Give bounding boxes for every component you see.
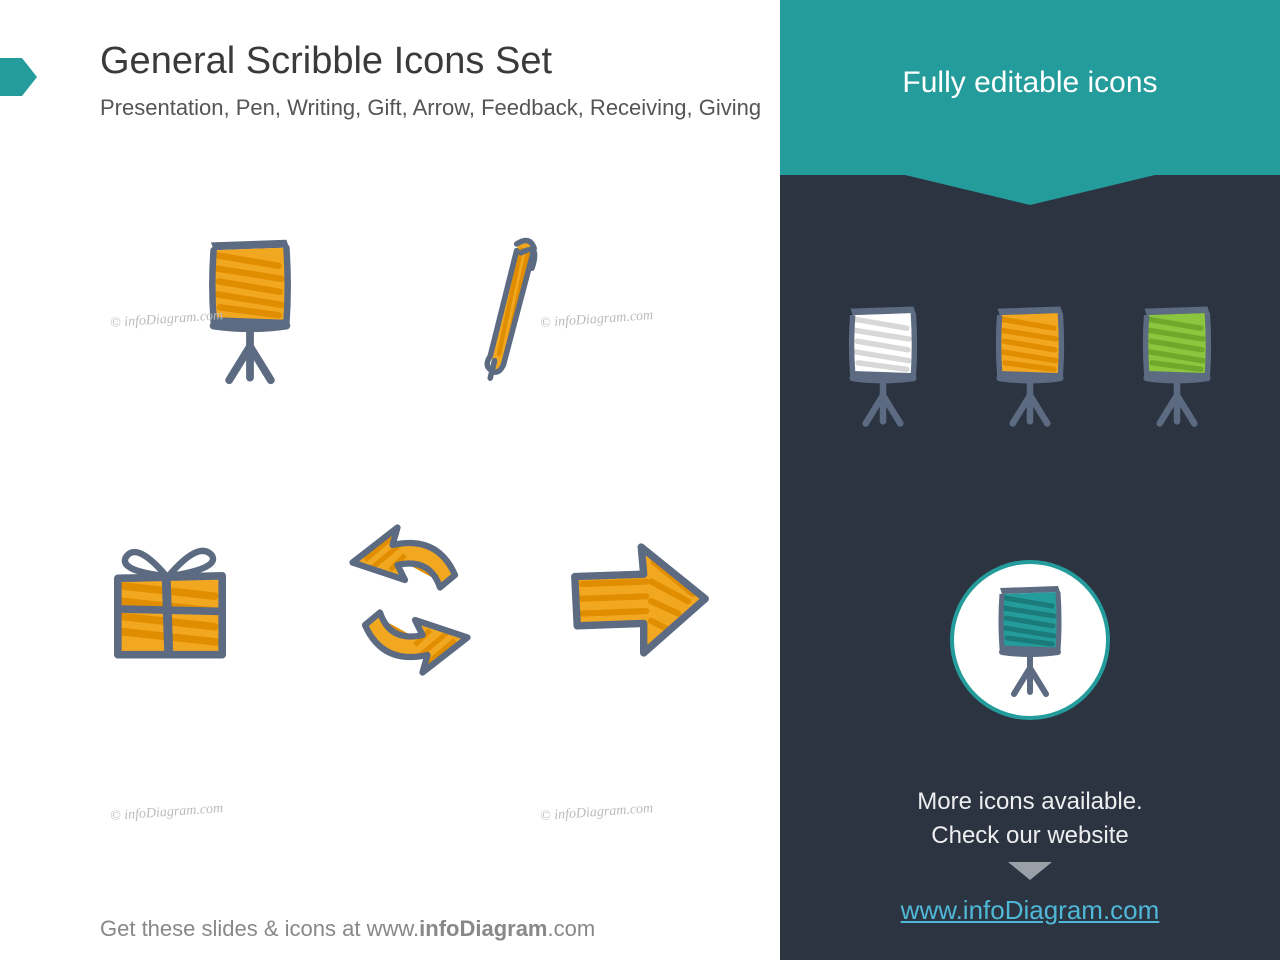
left-panel: General Scribble Icons Set Presentation,… — [0, 0, 780, 960]
right-panel: Fully editable icons — [780, 0, 1280, 960]
chevron-down-icon — [1008, 862, 1052, 880]
watermark: © infoDiagram.com — [540, 801, 654, 825]
presentation-board-icon-teal — [980, 580, 1080, 700]
left-tab-accent — [0, 58, 22, 96]
presentation-board-icon-white — [828, 300, 938, 430]
page-title: General Scribble Icons Set — [100, 40, 552, 83]
page-subtitle: Presentation, Pen, Writing, Gift, Arrow,… — [100, 95, 761, 121]
pen-icon — [430, 230, 590, 390]
right-header-label: Fully editable icons — [902, 66, 1157, 100]
presentation-board-icon-orange — [975, 300, 1085, 430]
refresh-arrows-icon — [330, 520, 490, 680]
website-link[interactable]: www.infoDiagram.com — [780, 895, 1280, 926]
watermark: © infoDiagram.com — [110, 801, 224, 825]
more-icons-text: More icons available. Check our website — [780, 785, 1280, 852]
right-header: Fully editable icons — [780, 0, 1280, 175]
footer-text: Get these slides & icons at www.infoDiag… — [100, 916, 595, 942]
arrow-right-icon — [560, 520, 720, 680]
circle-icon-container — [950, 560, 1110, 720]
gift-icon — [90, 520, 250, 680]
presentation-board-icon-green — [1122, 300, 1232, 430]
variant-row — [780, 290, 1280, 440]
